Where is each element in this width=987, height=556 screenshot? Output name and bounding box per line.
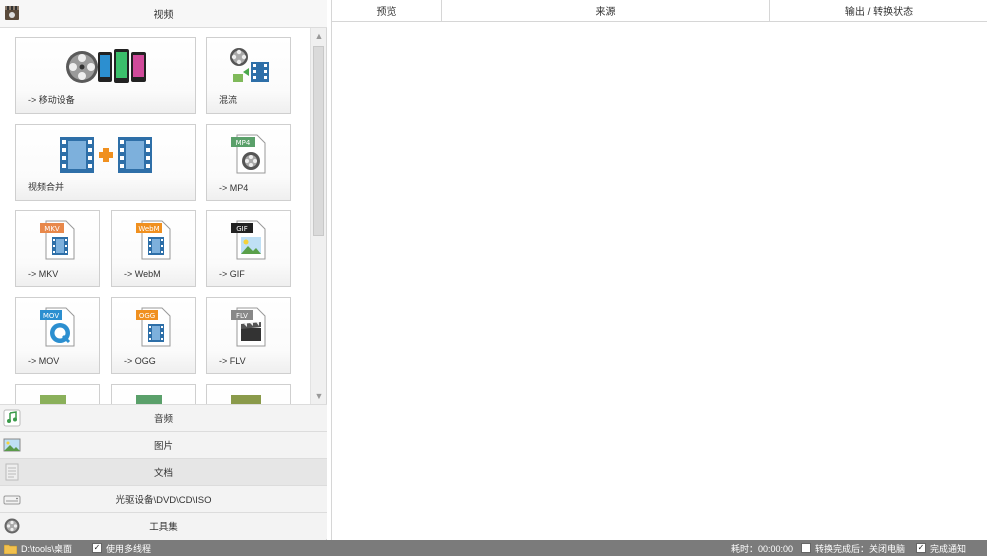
ogg-file-icon: OGG bbox=[135, 307, 170, 347]
task-list[interactable]: 预览 来源 输出 / 转换状态 bbox=[331, 0, 987, 540]
video-category-title: 视频 bbox=[153, 10, 174, 21]
elapsed-time-text: 耗时：00:00:00 bbox=[731, 543, 794, 554]
notify-option[interactable]: ✓ 完成通知 bbox=[916, 542, 966, 554]
source-column-header[interactable]: 来源 bbox=[442, 0, 770, 22]
tile-label: -> WebM bbox=[124, 269, 161, 279]
partial-tile[interactable] bbox=[15, 384, 100, 404]
notify-checkbox[interactable]: ✓ bbox=[916, 543, 926, 553]
format-badge bbox=[136, 395, 162, 404]
tile-label: -> 移动设备 bbox=[28, 95, 75, 105]
optical-drive-icon bbox=[3, 495, 21, 505]
category-label: 图片 bbox=[153, 441, 173, 452]
output-folder[interactable]: D:\tools\桌面 bbox=[4, 542, 72, 554]
format-badge bbox=[40, 395, 66, 404]
category-label: 音频 bbox=[153, 414, 173, 425]
video-tools-grid: -> 移动设备 混流 视频合并 MP4 -> MP4 MKV -> MKV We… bbox=[0, 28, 310, 404]
mobile-devices-tile[interactable]: -> 移动设备 bbox=[15, 37, 196, 114]
document-category[interactable]: 文档 bbox=[0, 458, 327, 485]
svg-text:WebM: WebM bbox=[138, 225, 159, 233]
folder-icon bbox=[4, 544, 17, 554]
svg-text:MP4: MP4 bbox=[235, 139, 250, 147]
mp4-tile[interactable]: MP4 -> MP4 bbox=[206, 124, 291, 201]
multithread-checkbox[interactable]: ✓ bbox=[92, 543, 102, 553]
multithread-label: 使用多线程 bbox=[106, 543, 152, 554]
tile-scrollbar[interactable]: ▲ ▼ bbox=[310, 28, 326, 404]
scroll-down-arrow-icon[interactable]: ▼ bbox=[311, 388, 327, 404]
svg-text:OGG: OGG bbox=[138, 312, 154, 320]
webm-file-icon: WebM bbox=[135, 220, 170, 260]
video-category-icon bbox=[5, 6, 19, 20]
after-convert-checkbox[interactable] bbox=[801, 543, 811, 553]
video-category-header[interactable]: 视频 bbox=[0, 0, 327, 28]
svg-text:MKV: MKV bbox=[44, 225, 60, 233]
category-label: 工具集 bbox=[149, 522, 178, 533]
svg-text:MOV: MOV bbox=[42, 312, 58, 320]
webm-tile[interactable]: WebM -> WebM bbox=[111, 210, 196, 287]
after-convert-label: 转换完成后：关闭电脑 bbox=[815, 543, 906, 554]
mov-tile[interactable]: MOV -> MOV bbox=[15, 297, 100, 374]
output-status-column-header[interactable]: 输出 / 转换状态 bbox=[770, 0, 987, 22]
elapsed-time: 耗时：00:00:00 bbox=[731, 542, 793, 554]
after-convert-option[interactable]: 转换完成后：关闭电脑 bbox=[801, 542, 905, 554]
partial-tile[interactable] bbox=[111, 384, 196, 404]
multithread-option[interactable]: ✓ 使用多线程 bbox=[92, 542, 151, 554]
mux-icon bbox=[229, 48, 269, 82]
audio-category[interactable]: 音频 bbox=[0, 404, 327, 431]
gif-tile[interactable]: GIF -> GIF bbox=[206, 210, 291, 287]
tile-label: -> GIF bbox=[219, 269, 245, 279]
flv-file-icon: FLV bbox=[230, 307, 265, 347]
ogg-tile[interactable]: OGG -> OGG bbox=[111, 297, 196, 374]
document-icon bbox=[5, 463, 19, 481]
conversion-category-panel: 视频 -> 移动设备 混流 视频合并 MP4 -> MP4 MKV -> MKV… bbox=[0, 0, 327, 540]
tile-label: -> FLV bbox=[219, 356, 246, 366]
tile-label: 视频合并 bbox=[28, 182, 65, 192]
preview-column-header[interactable]: 预览 bbox=[332, 0, 442, 22]
tile-label: -> MKV bbox=[28, 269, 59, 279]
scroll-up-arrow-icon[interactable]: ▲ bbox=[311, 28, 327, 44]
video-merge-tile[interactable]: 视频合并 bbox=[15, 124, 196, 201]
mov-file-icon: MOV bbox=[39, 307, 74, 347]
category-label: 光驱设备\DVD\CD\ISO bbox=[115, 495, 212, 506]
status-bar: D:\tools\桌面 ✓ 使用多线程 耗时：00:00:00 转换完成后：关闭… bbox=[0, 540, 987, 556]
optical-drive-category[interactable]: 光驱设备\DVD\CD\ISO bbox=[0, 485, 327, 512]
toolbox-icon bbox=[4, 518, 20, 534]
music-note-icon bbox=[3, 409, 21, 427]
format-badge bbox=[231, 395, 261, 404]
partial-tile[interactable] bbox=[206, 384, 291, 404]
tile-label: -> MP4 bbox=[219, 183, 249, 193]
notify-label: 完成通知 bbox=[930, 543, 967, 554]
mkv-tile[interactable]: MKV -> MKV bbox=[15, 210, 100, 287]
scroll-thumb[interactable] bbox=[313, 46, 324, 236]
output-path: D:\tools\桌面 bbox=[21, 543, 73, 554]
tile-label: 混流 bbox=[219, 95, 238, 105]
svg-text:FLV: FLV bbox=[236, 312, 248, 320]
category-label: 文档 bbox=[153, 468, 173, 479]
picture-icon bbox=[3, 438, 21, 452]
toolbox-category[interactable]: 工具集 bbox=[0, 512, 327, 539]
flv-tile[interactable]: FLV -> FLV bbox=[206, 297, 291, 374]
tile-label: -> MOV bbox=[28, 356, 60, 366]
svg-text:GIF: GIF bbox=[236, 225, 248, 233]
video-merge-icon bbox=[59, 137, 152, 173]
mux-tile[interactable]: 混流 bbox=[206, 37, 291, 114]
mkv-file-icon: MKV bbox=[39, 220, 74, 260]
tile-label: -> OGG bbox=[124, 356, 156, 366]
mobile-devices-icon bbox=[65, 49, 146, 83]
picture-category[interactable]: 图片 bbox=[0, 431, 327, 458]
mp4-file-icon: MP4 bbox=[230, 134, 265, 174]
gif-file-icon: GIF bbox=[230, 220, 265, 260]
